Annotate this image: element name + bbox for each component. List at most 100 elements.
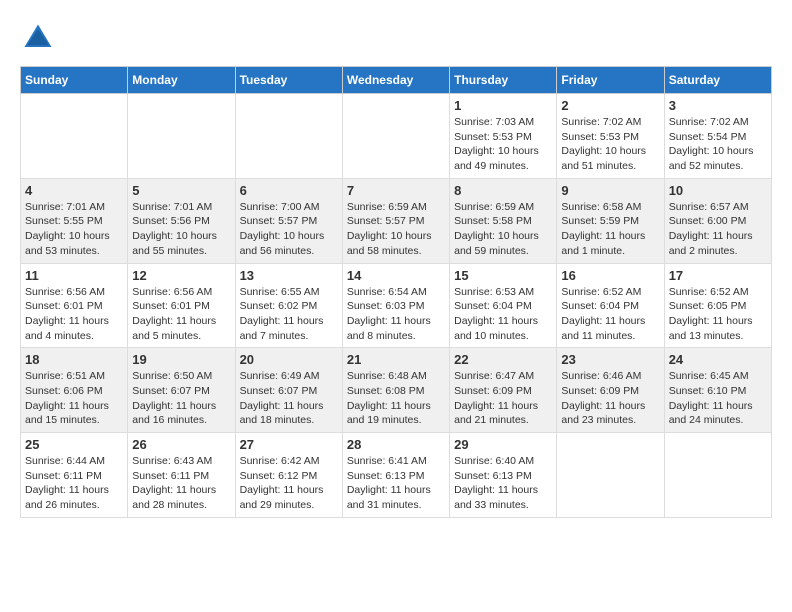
- day-info: Sunrise: 6:52 AMSunset: 6:04 PMDaylight:…: [561, 285, 659, 344]
- day-number: 8: [454, 183, 552, 198]
- day-info: Sunrise: 6:59 AMSunset: 5:57 PMDaylight:…: [347, 200, 445, 259]
- day-info: Sunrise: 6:52 AMSunset: 6:05 PMDaylight:…: [669, 285, 767, 344]
- day-info: Sunrise: 7:00 AMSunset: 5:57 PMDaylight:…: [240, 200, 338, 259]
- day-cell: 29 Sunrise: 6:40 AMSunset: 6:13 PMDayligh…: [450, 433, 557, 518]
- day-info: Sunrise: 6:57 AMSunset: 6:00 PMDaylight:…: [669, 200, 767, 259]
- day-info: Sunrise: 6:45 AMSunset: 6:10 PMDaylight:…: [669, 369, 767, 428]
- week-row-4: 18 Sunrise: 6:51 AMSunset: 6:06 PMDayligh…: [21, 348, 772, 433]
- day-number: 10: [669, 183, 767, 198]
- day-number: 9: [561, 183, 659, 198]
- day-cell: 4 Sunrise: 7:01 AMSunset: 5:55 PMDaylight…: [21, 178, 128, 263]
- day-info: Sunrise: 6:44 AMSunset: 6:11 PMDaylight:…: [25, 454, 123, 513]
- week-row-1: 1 Sunrise: 7:03 AMSunset: 5:53 PMDaylight…: [21, 94, 772, 179]
- day-number: 15: [454, 268, 552, 283]
- day-cell: 9 Sunrise: 6:58 AMSunset: 5:59 PMDaylight…: [557, 178, 664, 263]
- day-cell: [235, 94, 342, 179]
- day-info: Sunrise: 6:49 AMSunset: 6:07 PMDaylight:…: [240, 369, 338, 428]
- column-header-tuesday: Tuesday: [235, 67, 342, 94]
- day-number: 25: [25, 437, 123, 452]
- day-info: Sunrise: 6:55 AMSunset: 6:02 PMDaylight:…: [240, 285, 338, 344]
- day-cell: [557, 433, 664, 518]
- day-number: 23: [561, 352, 659, 367]
- day-number: 5: [132, 183, 230, 198]
- day-info: Sunrise: 6:40 AMSunset: 6:13 PMDaylight:…: [454, 454, 552, 513]
- column-header-friday: Friday: [557, 67, 664, 94]
- page-header: [20, 20, 772, 56]
- day-cell: 24 Sunrise: 6:45 AMSunset: 6:10 PMDayligh…: [664, 348, 771, 433]
- day-number: 24: [669, 352, 767, 367]
- logo: [20, 20, 60, 56]
- day-info: Sunrise: 6:43 AMSunset: 6:11 PMDaylight:…: [132, 454, 230, 513]
- day-cell: [342, 94, 449, 179]
- day-info: Sunrise: 6:56 AMSunset: 6:01 PMDaylight:…: [132, 285, 230, 344]
- day-number: 29: [454, 437, 552, 452]
- day-cell: 23 Sunrise: 6:46 AMSunset: 6:09 PMDayligh…: [557, 348, 664, 433]
- day-number: 2: [561, 98, 659, 113]
- day-cell: 6 Sunrise: 7:00 AMSunset: 5:57 PMDaylight…: [235, 178, 342, 263]
- day-number: 19: [132, 352, 230, 367]
- day-info: Sunrise: 6:46 AMSunset: 6:09 PMDaylight:…: [561, 369, 659, 428]
- day-info: Sunrise: 6:54 AMSunset: 6:03 PMDaylight:…: [347, 285, 445, 344]
- day-cell: 26 Sunrise: 6:43 AMSunset: 6:11 PMDayligh…: [128, 433, 235, 518]
- day-number: 7: [347, 183, 445, 198]
- column-header-saturday: Saturday: [664, 67, 771, 94]
- day-number: 13: [240, 268, 338, 283]
- day-cell: 16 Sunrise: 6:52 AMSunset: 6:04 PMDayligh…: [557, 263, 664, 348]
- logo-icon: [20, 20, 56, 56]
- day-cell: 12 Sunrise: 6:56 AMSunset: 6:01 PMDayligh…: [128, 263, 235, 348]
- day-number: 3: [669, 98, 767, 113]
- day-number: 22: [454, 352, 552, 367]
- day-info: Sunrise: 6:53 AMSunset: 6:04 PMDaylight:…: [454, 285, 552, 344]
- column-header-wednesday: Wednesday: [342, 67, 449, 94]
- day-cell: 21Sunrise: 6:48 AMSunset: 6:08 PMDayligh…: [342, 348, 449, 433]
- day-info: Sunrise: 7:01 AMSunset: 5:55 PMDaylight:…: [25, 200, 123, 259]
- day-info: Sunrise: 6:42 AMSunset: 6:12 PMDaylight:…: [240, 454, 338, 513]
- column-header-thursday: Thursday: [450, 67, 557, 94]
- day-info: Sunrise: 6:51 AMSunset: 6:06 PMDaylight:…: [25, 369, 123, 428]
- day-cell: 17Sunrise: 6:52 AMSunset: 6:05 PMDayligh…: [664, 263, 771, 348]
- day-number: 16: [561, 268, 659, 283]
- day-number: 14: [347, 268, 445, 283]
- calendar: SundayMondayTuesdayWednesdayThursdayFrid…: [20, 66, 772, 518]
- day-cell: [128, 94, 235, 179]
- day-number: 4: [25, 183, 123, 198]
- day-cell: 14 Sunrise: 6:54 AMSunset: 6:03 PMDayligh…: [342, 263, 449, 348]
- day-cell: 18 Sunrise: 6:51 AMSunset: 6:06 PMDayligh…: [21, 348, 128, 433]
- day-cell: 25 Sunrise: 6:44 AMSunset: 6:11 PMDayligh…: [21, 433, 128, 518]
- day-number: 27: [240, 437, 338, 452]
- day-cell: 22Sunrise: 6:47 AMSunset: 6:09 PMDayligh…: [450, 348, 557, 433]
- day-number: 11: [25, 268, 123, 283]
- day-cell: 11 Sunrise: 6:56 AMSunset: 6:01 PMDayligh…: [21, 263, 128, 348]
- day-info: Sunrise: 7:01 AMSunset: 5:56 PMDaylight:…: [132, 200, 230, 259]
- day-info: Sunrise: 7:03 AMSunset: 5:53 PMDaylight:…: [454, 115, 552, 174]
- day-cell: 28Sunrise: 6:41 AMSunset: 6:13 PMDayligh…: [342, 433, 449, 518]
- column-header-monday: Monday: [128, 67, 235, 94]
- day-cell: 1 Sunrise: 7:03 AMSunset: 5:53 PMDaylight…: [450, 94, 557, 179]
- day-number: 26: [132, 437, 230, 452]
- day-cell: 7 Sunrise: 6:59 AMSunset: 5:57 PMDaylight…: [342, 178, 449, 263]
- day-cell: 2 Sunrise: 7:02 AMSunset: 5:53 PMDaylight…: [557, 94, 664, 179]
- day-cell: 20 Sunrise: 6:49 AMSunset: 6:07 PMDayligh…: [235, 348, 342, 433]
- day-cell: [21, 94, 128, 179]
- day-cell: 15 Sunrise: 6:53 AMSunset: 6:04 PMDayligh…: [450, 263, 557, 348]
- day-cell: 27 Sunrise: 6:42 AMSunset: 6:12 PMDayligh…: [235, 433, 342, 518]
- day-info: Sunrise: 6:59 AMSunset: 5:58 PMDaylight:…: [454, 200, 552, 259]
- day-info: Sunrise: 6:48 AMSunset: 6:08 PMDaylight:…: [347, 369, 445, 428]
- day-cell: 5 Sunrise: 7:01 AMSunset: 5:56 PMDaylight…: [128, 178, 235, 263]
- day-number: 12: [132, 268, 230, 283]
- day-info: Sunrise: 6:50 AMSunset: 6:07 PMDaylight:…: [132, 369, 230, 428]
- day-cell: 8 Sunrise: 6:59 AMSunset: 5:58 PMDaylight…: [450, 178, 557, 263]
- day-info: Sunrise: 7:02 AMSunset: 5:53 PMDaylight:…: [561, 115, 659, 174]
- day-number: 6: [240, 183, 338, 198]
- day-cell: [664, 433, 771, 518]
- week-row-3: 11 Sunrise: 6:56 AMSunset: 6:01 PMDayligh…: [21, 263, 772, 348]
- day-cell: 19 Sunrise: 6:50 AMSunset: 6:07 PMDayligh…: [128, 348, 235, 433]
- day-number: 18: [25, 352, 123, 367]
- column-header-sunday: Sunday: [21, 67, 128, 94]
- day-info: Sunrise: 6:58 AMSunset: 5:59 PMDaylight:…: [561, 200, 659, 259]
- day-info: Sunrise: 6:56 AMSunset: 6:01 PMDaylight:…: [25, 285, 123, 344]
- day-cell: 10 Sunrise: 6:57 AMSunset: 6:00 PMDayligh…: [664, 178, 771, 263]
- day-cell: 13 Sunrise: 6:55 AMSunset: 6:02 PMDayligh…: [235, 263, 342, 348]
- day-number: 20: [240, 352, 338, 367]
- day-number: 1: [454, 98, 552, 113]
